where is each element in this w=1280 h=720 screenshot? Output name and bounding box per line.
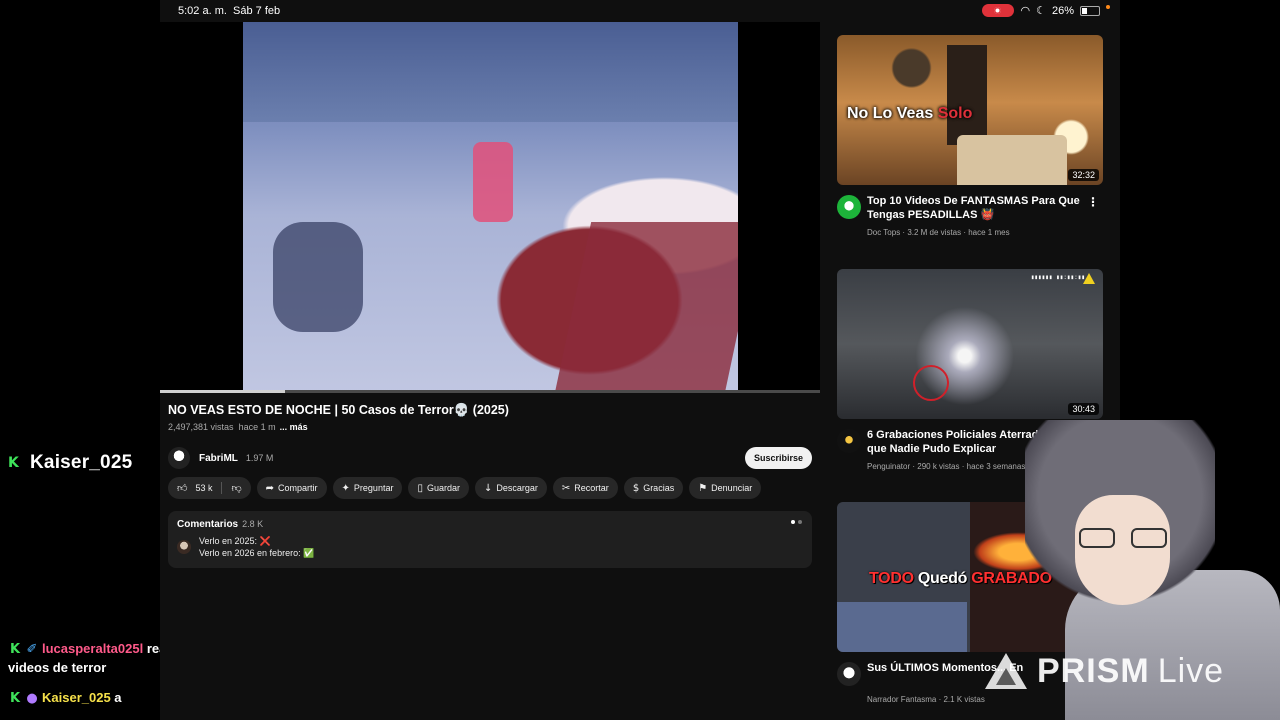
scissors-icon: ✂ xyxy=(561,482,571,494)
thumbs-down-icon[interactable]: 👎︎ xyxy=(231,482,241,494)
prism-brand: PRISM xyxy=(1037,652,1150,690)
warning-icon xyxy=(1083,273,1095,284)
channel-avatar[interactable] xyxy=(837,195,861,219)
subscriber-count: 1.97 M xyxy=(245,453,274,463)
streamer-name: Kaiser_025 xyxy=(30,452,133,473)
battery-percent: 26% xyxy=(1051,4,1074,17)
download-button[interactable]: ↓ Descargar xyxy=(475,477,547,499)
share-icon: ➦ xyxy=(265,482,275,494)
more-link[interactable]: ... más xyxy=(280,422,308,432)
comments-panel[interactable]: Comentarios 2.8 K Verlo en 2025: ❌ Verlo … xyxy=(168,511,812,568)
video-meta[interactable]: 2,497,381 vistas hace 1 m ... más xyxy=(168,422,308,432)
more-options-icon[interactable]: ⋮ xyxy=(1087,195,1099,209)
duration-badge: 30:43 xyxy=(1068,403,1099,415)
video-player[interactable] xyxy=(160,22,820,393)
status-bar: 5:02 a. m. Sáb 7 feb ◠ ☾ 26% xyxy=(160,0,1120,22)
flag-icon: ⚑ xyxy=(698,482,708,494)
duration-badge: 32:32 xyxy=(1068,169,1099,181)
upload-age: hace 1 m xyxy=(238,422,276,432)
chat-username: Kaiser_025 xyxy=(42,690,111,705)
sword-icon: ✐ xyxy=(26,642,38,657)
comment-line: Verlo en 2025: ❌ xyxy=(199,536,271,546)
thumbnail-text: No Lo Veas Solo xyxy=(847,105,973,122)
mic-icon: ● xyxy=(26,691,38,706)
recommendation-title[interactable]: Top 10 Videos De FANTASMAS Para Que Teng… xyxy=(867,194,1083,222)
kick-icon: K xyxy=(9,642,21,657)
status-time: 5:02 a. m. Sáb 7 feb xyxy=(178,5,281,17)
report-button[interactable]: ⚑ Denunciar xyxy=(689,477,762,499)
video-frame[interactable] xyxy=(243,22,738,393)
commenter-avatar xyxy=(177,540,191,554)
carousel-dots xyxy=(791,520,802,524)
channel-avatar[interactable] xyxy=(837,429,861,453)
streamer-tag: K Kaiser_025 xyxy=(8,452,132,474)
channel-name[interactable]: FabriML xyxy=(199,453,238,464)
thumbs-up-icon[interactable]: 👍︎ xyxy=(177,482,187,494)
share-button[interactable]: ➦ Compartir xyxy=(256,477,327,499)
like-dislike-chip: 👍︎ 53 k 👎︎ xyxy=(168,477,251,499)
recommendation-thumbnail[interactable]: ▮▮▮▮▮▮ ▮▮:▮▮:▮▮ 30:43 xyxy=(837,269,1103,419)
chat-username: lucasperalta025l xyxy=(42,641,144,656)
chat-text: a xyxy=(114,690,122,705)
bookmark-icon: ▯ xyxy=(417,482,423,494)
subscribe-button[interactable]: Suscribirse xyxy=(744,447,812,469)
ask-button[interactable]: ✦ Preguntar xyxy=(332,477,403,499)
glasses-icon xyxy=(1079,528,1167,550)
save-button[interactable]: ▯ Guardar xyxy=(408,477,469,499)
status-right: ◠ ☾ 26% xyxy=(982,4,1110,17)
video-title: NO VEAS ESTO DE NOCHE | 50 Casos de Terr… xyxy=(168,403,509,417)
recommendation-item[interactable]: No Lo Veas Solo 32:32 Top 10 Videos De F… xyxy=(837,35,1103,237)
comments-count: 2.8 K xyxy=(242,519,264,529)
clip-button[interactable]: ✂ Recortar xyxy=(552,477,618,499)
moon-icon: ☾ xyxy=(1036,4,1046,17)
video-info: NO VEAS ESTO DE NOCHE | 50 Casos de Terr… xyxy=(160,393,820,720)
kick-icon: K xyxy=(8,455,19,471)
recommendation-meta: Penguinator · 290 k vistas · hace 3 sema… xyxy=(867,462,1026,471)
prism-suffix: Live xyxy=(1157,652,1225,690)
kick-icon: K xyxy=(9,691,21,706)
like-count[interactable]: 53 k xyxy=(195,483,212,493)
ipad-screen: 5:02 a. m. Sáb 7 feb ◠ ☾ 26% NO VEAS EST… xyxy=(160,0,1120,720)
view-count: 2,497,381 vistas xyxy=(168,422,234,432)
recommendation-meta: Narrador Fantasma · 2.1 K vistas xyxy=(867,695,985,704)
prism-live-watermark: PRISM Live xyxy=(985,652,1224,691)
channel-row: FabriML 1.97 M Suscribirse xyxy=(168,445,812,471)
stream-overlay-left: K Kaiser_025 xyxy=(0,0,160,720)
download-icon: ↓ xyxy=(484,482,493,494)
recommendation-meta: Doc Tops · 3.2 M de vistas · hace 1 mes xyxy=(867,228,1010,237)
thanks-button[interactable]: $ Gracias xyxy=(623,477,684,499)
prism-logo-icon xyxy=(985,652,1027,691)
channel-avatar[interactable] xyxy=(837,662,861,686)
comment-line: Verlo en 2026 en febrero: ✅ xyxy=(199,548,315,558)
battery-icon xyxy=(1080,5,1100,16)
wifi-icon: ◠ xyxy=(1020,4,1031,17)
recommendation-item[interactable]: ▮▮▮▮▮▮ ▮▮:▮▮:▮▮ 30:43 6 Grabaciones Poli… xyxy=(837,269,1103,471)
mic-indicator-icon xyxy=(1106,4,1110,9)
bodycam-timestamp: ▮▮▮▮▮▮ ▮▮:▮▮:▮▮ xyxy=(1030,274,1085,281)
channel-avatar[interactable] xyxy=(168,447,190,469)
dollar-icon: $ xyxy=(632,482,640,494)
screen-record-icon[interactable] xyxy=(982,4,1015,17)
sparkle-icon: ✦ xyxy=(341,482,350,494)
action-bar: 👍︎ 53 k 👎︎ ➦ Compartir ✦ Preguntar ▯ Guarda… xyxy=(168,477,762,499)
recommendation-thumbnail[interactable]: No Lo Veas Solo 32:32 xyxy=(837,35,1103,185)
comments-header: Comentarios 2.8 K xyxy=(177,519,264,530)
